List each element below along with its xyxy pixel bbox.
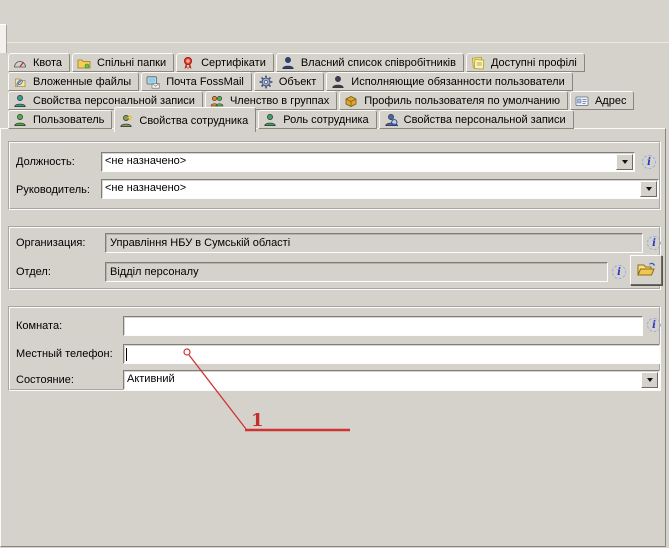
tab-label: Квота bbox=[33, 57, 62, 69]
certificate-icon bbox=[181, 56, 197, 70]
tab-quota[interactable]: Квота bbox=[8, 53, 70, 72]
tab-shared-folders[interactable]: Спільні папки bbox=[72, 53, 174, 72]
organization-field: Управління НБУ в Сумській області bbox=[105, 233, 643, 253]
tab-label: Объект bbox=[279, 76, 316, 88]
left-edge-fragment bbox=[0, 24, 7, 53]
tab-row-4: Пользователь Свойства сотрудника Роль сотр… bbox=[8, 110, 669, 129]
organization-label: Организация: bbox=[16, 237, 85, 249]
organization-info-icon[interactable]: i bbox=[647, 236, 661, 250]
personal-record-icon bbox=[13, 94, 29, 108]
state-dropdown-button[interactable] bbox=[641, 372, 658, 388]
tab-own-employee-list[interactable]: Власний список співробітників bbox=[276, 53, 464, 72]
employee-properties-icon bbox=[119, 114, 135, 128]
tab-certificates[interactable]: Сертифікати bbox=[176, 53, 274, 72]
position-combobox[interactable]: <не назначено> bbox=[101, 152, 635, 172]
select-department-button[interactable] bbox=[630, 255, 662, 285]
top-toolbar-area bbox=[0, 0, 669, 43]
tab-label: Свойства сотрудника bbox=[139, 115, 248, 127]
user-icon bbox=[13, 113, 29, 127]
state-combobox-value: Активний bbox=[124, 371, 640, 389]
tab-user[interactable]: Пользователь bbox=[8, 110, 112, 129]
position-label: Должность: bbox=[16, 156, 75, 168]
department-info-icon[interactable]: i bbox=[612, 265, 626, 279]
department-field: Відділ персоналу bbox=[105, 262, 608, 282]
tab-object[interactable]: Объект bbox=[254, 72, 324, 91]
tab-label: Исполняющие обязанности пользователи bbox=[351, 76, 564, 88]
dropdown-arrow-icon bbox=[622, 160, 628, 164]
tab-label: Власний список співробітників bbox=[301, 57, 456, 69]
dropdown-arrow-icon bbox=[646, 187, 652, 191]
organization-group: Организация: Управління НБУ в Сумській о… bbox=[8, 226, 661, 290]
acting-users-icon bbox=[331, 75, 347, 89]
state-combobox[interactable]: Активний bbox=[123, 370, 660, 390]
dropdown-arrow-icon bbox=[647, 378, 653, 382]
employee-list-icon bbox=[281, 56, 297, 70]
tab-strip: Квота Спільні папки Сертифікати Власний спи… bbox=[8, 53, 669, 129]
tab-label: Почта FossMail bbox=[166, 76, 244, 88]
position-combobox-value: <не назначено> bbox=[102, 153, 615, 171]
address-icon bbox=[575, 94, 591, 108]
tab-label: Свойства персональной записи bbox=[33, 95, 195, 107]
manager-combobox[interactable]: <не назначено> bbox=[101, 179, 659, 199]
position-info-icon[interactable]: i bbox=[642, 155, 656, 169]
room-label: Комната: bbox=[16, 320, 62, 332]
tab-available-profiles[interactable]: Доступні профілі bbox=[466, 53, 585, 72]
manager-label: Руководитель: bbox=[16, 184, 90, 196]
tab-label: Спільні папки bbox=[97, 57, 166, 69]
tab-row-2: Вложенные файлы Почта FossMail Объект Испол… bbox=[8, 72, 669, 91]
tab-row-1: Квота Спільні папки Сертифікати Власний спи… bbox=[8, 53, 669, 72]
tab-label: Вложенные файлы bbox=[33, 76, 131, 88]
employee-role-icon bbox=[263, 113, 279, 127]
tab-acting-users[interactable]: Исполняющие обязанности пользователи bbox=[326, 72, 572, 91]
mail-icon bbox=[146, 75, 162, 89]
tab-address[interactable]: Адрес bbox=[570, 91, 635, 110]
tab-label: Адрес bbox=[595, 95, 627, 107]
tab-label: Роль сотрудника bbox=[283, 114, 368, 126]
local-phone-input[interactable] bbox=[123, 344, 660, 364]
position-dropdown-button[interactable] bbox=[616, 154, 633, 170]
default-profile-icon bbox=[344, 94, 360, 108]
tab-attached-files[interactable]: Вложенные файлы bbox=[8, 72, 139, 91]
object-icon bbox=[259, 75, 275, 89]
tab-default-user-profile[interactable]: Профиль пользователя по умолчанию bbox=[339, 91, 568, 110]
tab-personal-record-properties-2[interactable]: Свойства персональной записи bbox=[379, 110, 574, 129]
tab-label: Профиль пользователя по умолчанию bbox=[364, 95, 560, 107]
position-group: Должность: <не назначено> i Руководитель… bbox=[8, 141, 661, 210]
room-info-icon[interactable]: i bbox=[647, 318, 661, 332]
profiles-icon bbox=[471, 56, 487, 70]
room-input[interactable] bbox=[123, 316, 643, 336]
tab-fossmail[interactable]: Почта FossMail bbox=[141, 72, 252, 91]
tab-employee-role[interactable]: Роль сотрудника bbox=[258, 110, 376, 129]
contact-group: Комната: i Местный телефон: Состояние: А… bbox=[8, 306, 661, 391]
attachment-icon bbox=[13, 75, 29, 89]
group-membership-icon bbox=[210, 94, 226, 108]
tab-label: Членство в группах bbox=[230, 95, 329, 107]
text-caret bbox=[126, 348, 127, 361]
tab-label: Сертифікати bbox=[201, 57, 266, 69]
personal-record-search-icon bbox=[384, 113, 400, 127]
open-folder-icon bbox=[636, 261, 656, 280]
local-phone-label: Местный телефон: bbox=[16, 348, 113, 360]
tab-label: Свойства персональной записи bbox=[404, 114, 566, 126]
tab-label: Пользователь bbox=[33, 114, 104, 126]
gauge-icon bbox=[13, 56, 29, 70]
manager-dropdown-button[interactable] bbox=[640, 181, 657, 197]
tab-label: Доступні профілі bbox=[491, 57, 577, 69]
manager-combobox-value: <не назначено> bbox=[102, 180, 639, 198]
shared-folders-icon bbox=[77, 56, 93, 70]
tab-row-3: Свойства персональной записи Членство в г… bbox=[8, 91, 669, 110]
state-label: Состояние: bbox=[16, 374, 74, 386]
tab-employee-properties[interactable]: Свойства сотрудника bbox=[114, 107, 256, 132]
department-label: Отдел: bbox=[16, 266, 51, 278]
